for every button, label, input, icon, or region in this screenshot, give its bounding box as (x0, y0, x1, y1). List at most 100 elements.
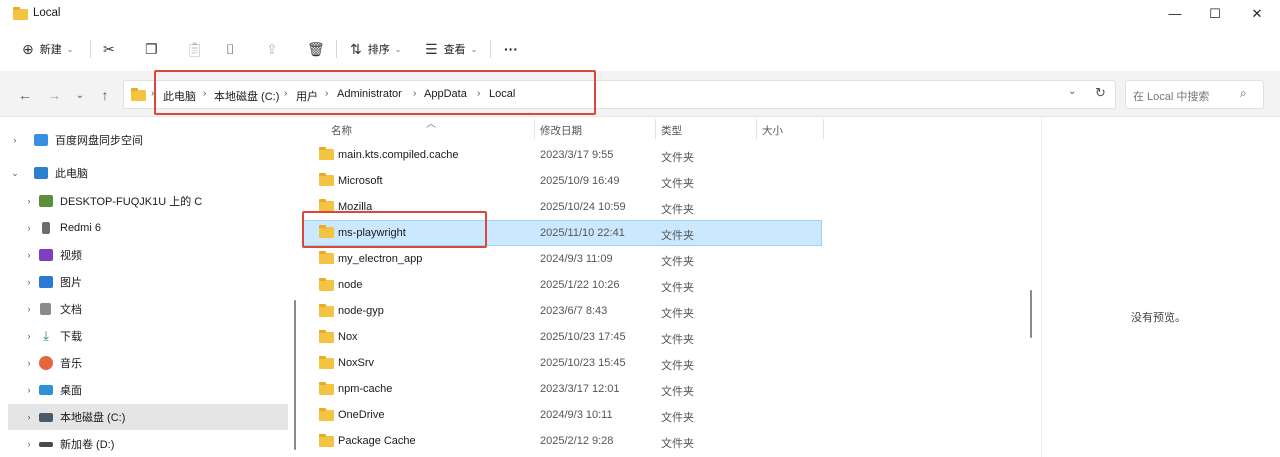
file-type: 文件夹 (661, 256, 694, 268)
file-name: my_electron_app (338, 253, 423, 265)
close-button[interactable]: ✕ (1234, 0, 1280, 27)
chevron-right-icon[interactable]: › (22, 439, 36, 449)
file-list-scrollbar[interactable] (1030, 290, 1032, 338)
sidebar-item-label: 音乐 (60, 358, 82, 370)
sidebar-item-redmi[interactable]: › Redmi 6 (8, 215, 288, 241)
sidebar-item-baidu[interactable]: › 百度网盘同步空间 (8, 127, 288, 153)
chevron-right-icon[interactable]: › (22, 196, 36, 206)
sidebar-item-label: 文档 (60, 304, 82, 316)
chevron-right-icon[interactable]: › (22, 358, 36, 368)
column-header-type[interactable]: 类型 (661, 123, 682, 138)
paste-button[interactable]: 📋︎ (186, 36, 204, 62)
paste-icon: 📋︎ (186, 40, 204, 57)
documents-icon (40, 303, 51, 315)
folder-icon (319, 251, 334, 264)
arrow-right-icon: → (47, 87, 61, 103)
search-icon[interactable]: ⌕ (1240, 86, 1247, 101)
sidebar-item-label: 桌面 (60, 385, 82, 397)
file-name: Nox (338, 331, 358, 343)
maximize-button[interactable]: ☐ (1192, 0, 1238, 27)
back-button[interactable]: ← (13, 84, 37, 106)
chevron-down-icon: ⌄ (75, 89, 85, 101)
sidebar-item-c-drive[interactable]: › 本地磁盘 (C:) (8, 404, 288, 430)
chevron-right-icon[interactable]: › (8, 135, 22, 145)
chevron-down-icon[interactable]: ⌄ (8, 168, 22, 179)
window-title: Local (33, 7, 61, 19)
recent-button[interactable]: ⌄ (68, 84, 92, 106)
file-modified: 2023/3/17 12:01 (540, 383, 620, 395)
sidebar-item-label: Redmi 6 (60, 222, 101, 234)
forward-button[interactable]: → (42, 84, 66, 106)
cut-button[interactable]: ✂ (103, 36, 115, 62)
sidebar-item-label: 本地磁盘 (C:) (60, 412, 126, 424)
sort-button[interactable]: ⇅ 排序 ⌄ (350, 36, 401, 62)
up-button[interactable]: ↑ (93, 84, 117, 106)
rename-button[interactable]: ⌷ (226, 36, 234, 62)
sort-label: 排序 (367, 44, 390, 56)
file-type: 文件夹 (661, 152, 694, 164)
delete-button[interactable]: 🗑︎ (307, 36, 325, 62)
sidebar-item-downloads[interactable]: › ⤓ 下载 (8, 323, 288, 349)
sidebar-item-label: 视频 (60, 250, 82, 262)
folder-icon (319, 173, 334, 186)
chevron-right-icon[interactable]: › (22, 331, 36, 341)
column-header-size[interactable]: 大小 (762, 123, 783, 138)
file-type: 文件夹 (661, 360, 694, 372)
file-name: Microsoft (338, 175, 383, 187)
search-input[interactable]: 在 Local 中搜索 (1133, 88, 1209, 104)
disk-icon (39, 441, 53, 447)
sidebar-item-desktop[interactable]: › 桌面 (8, 377, 288, 403)
copy-button[interactable]: ❐ (145, 36, 158, 62)
chevron-right-icon[interactable]: › (22, 385, 36, 395)
sidebar-item-network-c[interactable]: › DESKTOP-FUQJK1U 上的 C (8, 188, 288, 214)
folder-icon (131, 88, 146, 101)
disk-icon (39, 412, 53, 422)
file-modified: 2025/10/9 16:49 (540, 175, 620, 187)
copy-icon: ❐ (145, 40, 158, 57)
chevron-right-icon[interactable]: › (22, 412, 36, 422)
file-name: node (338, 279, 363, 291)
file-modified: 2025/10/23 15:45 (540, 357, 626, 369)
chevron-right-icon[interactable]: › (22, 304, 36, 314)
chevron-right-icon[interactable]: › (22, 223, 36, 233)
file-name: node-gyp (338, 305, 384, 317)
column-divider[interactable] (655, 119, 656, 139)
delete-icon: 🗑︎ (307, 40, 325, 57)
file-name: Package Cache (338, 435, 416, 447)
new-button[interactable]: ⊕ 新建 ⌄ (22, 36, 73, 62)
file-modified: 2025/11/10 22:41 (540, 227, 625, 239)
column-header-name[interactable]: 名称 (331, 123, 352, 138)
sidebar-scrollbar[interactable] (294, 300, 296, 450)
chevron-right-icon[interactable]: › (22, 277, 36, 287)
sidebar-item-pictures[interactable]: › 图片 (8, 269, 288, 295)
view-button[interactable]: ☰ 查看 ⌄ (425, 36, 477, 62)
folder-icon (319, 382, 334, 395)
column-divider[interactable] (756, 119, 757, 139)
sidebar-item-label: 百度网盘同步空间 (55, 135, 143, 147)
refresh-icon[interactable]: ↻ (1095, 85, 1106, 101)
more-button[interactable]: ··· (504, 36, 518, 62)
sidebar-item-label: 新加卷 (D:) (60, 439, 115, 451)
folder-icon (319, 147, 334, 160)
address-dropdown-icon[interactable]: ⌄ (1068, 86, 1076, 97)
sidebar-item-d-drive[interactable]: › 新加卷 (D:) (8, 431, 288, 457)
sidebar-item-music[interactable]: › 音乐 (8, 350, 288, 376)
preview-divider[interactable] (1041, 117, 1042, 457)
folder-icon (319, 278, 334, 291)
view-label: 查看 (443, 44, 466, 56)
folder-icon (319, 356, 334, 369)
sidebar-item-documents[interactable]: › 文档 (8, 296, 288, 322)
column-divider[interactable] (823, 119, 824, 139)
chevron-right-icon[interactable]: › (22, 250, 36, 260)
column-header-modified[interactable]: 修改日期 (540, 123, 582, 138)
highlight-box-file (302, 211, 487, 248)
sidebar-item-this-pc[interactable]: ⌄ 此电脑 (8, 160, 288, 186)
new-label: 新建 (39, 44, 62, 56)
column-divider[interactable] (534, 119, 535, 139)
folder-icon (319, 434, 334, 447)
baidu-cloud-icon (34, 134, 48, 146)
share-button[interactable]: ⇪ (266, 36, 278, 62)
sidebar-item-label: 图片 (60, 277, 82, 289)
sidebar-item-videos[interactable]: › 视频 (8, 242, 288, 268)
file-modified: 2024/9/3 10:11 (540, 409, 613, 421)
